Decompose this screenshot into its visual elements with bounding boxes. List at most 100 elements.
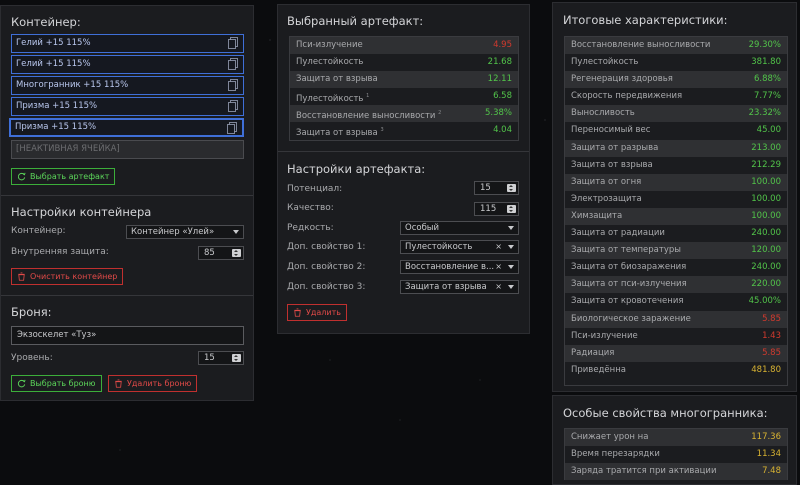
stat-value: 45.00: [756, 125, 781, 136]
copy-icon[interactable]: [228, 100, 238, 112]
stat-value: 5.85: [762, 347, 781, 358]
container-slot-3[interactable]: Многогранник +15 115%: [11, 76, 244, 95]
copy-icon[interactable]: [228, 79, 238, 91]
choose-armor-label: Выбрать броню: [30, 379, 96, 388]
container-slot-2[interactable]: Гелий +15 115%: [11, 55, 244, 74]
stat-note: 1: [366, 93, 370, 100]
extra3-value: Защита от взрыва: [405, 282, 487, 292]
rarity-select[interactable]: Особый: [400, 221, 519, 235]
clear-container-button[interactable]: Очистить контейнер: [11, 268, 124, 285]
extra1-select[interactable]: Пулестойкость ×: [400, 240, 519, 254]
choose-artifact-button[interactable]: Выбрать артефакт: [11, 168, 116, 185]
table-row: Пулестойкость 21.68: [290, 54, 518, 71]
table-row: Защита от взрыва 12.11: [290, 71, 518, 89]
table-row: Защита от огня 100.00: [565, 173, 787, 191]
stat-name: Защита от биозаражения: [571, 262, 687, 273]
stat-name: Защита от кровотечения: [571, 296, 684, 307]
armor-title: Броня:: [11, 305, 52, 319]
stat-value: 7.77%: [753, 91, 781, 102]
stat-name: Скорость передвижения: [571, 91, 683, 102]
artifact-settings-title: Настройки артефакта:: [287, 162, 426, 176]
table-row: Защита от температуры 120.00: [565, 242, 787, 260]
extra2-select[interactable]: Восстановление в... ×: [400, 260, 519, 274]
extra1-label: Доп. свойство 1:: [287, 242, 366, 252]
stat-value: 100.00: [751, 210, 781, 221]
artifact-panel: Выбранный артефакт: Пси-излучение 4.95 Пу…: [277, 4, 530, 334]
stat-name: Пулестойкость: [296, 94, 364, 105]
spinner-icon[interactable]: [232, 354, 241, 362]
copy-icon[interactable]: [228, 37, 238, 49]
delete-artifact-button[interactable]: Удалить: [287, 304, 347, 321]
stat-name: Защита от огня: [571, 176, 642, 187]
totals-table: Восстановление выносливости 29.30% Пулесто…: [564, 36, 788, 386]
spinner-icon[interactable]: [232, 249, 241, 257]
stat-value: 12.11: [487, 74, 512, 85]
clear-icon[interactable]: ×: [495, 261, 502, 273]
table-row: Защита от радиации 240.00: [565, 225, 787, 242]
chevron-down-icon: [508, 226, 514, 230]
spinner-icon[interactable]: [507, 184, 516, 192]
table-row: Защита от кровотечения 45.00%: [565, 293, 787, 310]
stat-value: 5.85: [762, 313, 781, 324]
container-slot-4[interactable]: Призма +15 115%: [11, 97, 244, 116]
stat-value: 45.00%: [748, 296, 781, 307]
table-row: Переносимый вес 45.00: [565, 122, 787, 139]
stat-value: 212.29: [751, 159, 781, 170]
stat-name: Пси-излучение: [571, 330, 638, 341]
stat-note: 2: [438, 110, 442, 117]
extra3-select[interactable]: Защита от взрыва ×: [400, 280, 519, 294]
container-type-select[interactable]: Контейнер «Улей»: [126, 225, 244, 239]
container-slot-5[interactable]: Призма +15 115%: [9, 118, 244, 137]
armor-level-input[interactable]: 15: [198, 351, 244, 365]
stat-value: 240.00: [751, 262, 781, 273]
stat-value: 240.00: [751, 228, 781, 239]
stat-value: 220.00: [751, 279, 781, 290]
table-row: Пси-излучение 1.43: [565, 328, 787, 345]
table-row: Защита от взрыва 3 4.04: [290, 122, 518, 139]
artifact-title: Выбранный артефакт:: [287, 14, 424, 28]
delete-armor-button[interactable]: Удалить броню: [108, 375, 198, 392]
choose-artifact-label: Выбрать артефакт: [30, 172, 110, 181]
armor-name-field[interactable]: Экзоскелет «Туз»: [11, 326, 244, 345]
table-row: Защита от взрыва 212.29: [565, 157, 787, 174]
stat-value: 4.04: [493, 125, 512, 136]
divider: [1, 195, 253, 196]
stat-value: 381.80: [751, 57, 781, 68]
stat-name: Радиация: [571, 347, 615, 358]
clear-icon[interactable]: ×: [495, 281, 502, 293]
spinner-icon[interactable]: [507, 205, 516, 213]
stat-value: 29.30%: [748, 40, 781, 50]
armor-name-value: Экзоскелет «Туз»: [17, 330, 97, 340]
copy-icon[interactable]: [228, 58, 238, 70]
stat-name: Защита от разрыва: [571, 142, 659, 153]
container-slot-1[interactable]: Гелий +15 115%: [11, 34, 244, 53]
inner-protection-input[interactable]: 85: [198, 246, 244, 260]
stat-name: Защита от взрыва: [296, 74, 378, 85]
stat-value: 7.48: [762, 466, 781, 477]
quality-input[interactable]: 115: [474, 202, 519, 216]
stat-name: Время перезарядки: [571, 449, 660, 460]
clear-container-label: Очистить контейнер: [30, 272, 118, 281]
divider: [278, 151, 529, 152]
rarity-value: Особый: [405, 223, 440, 233]
stat-value: 11.34: [756, 449, 781, 460]
chevron-down-icon: [508, 265, 514, 269]
stat-name: Пулестойкость: [296, 57, 364, 68]
stat-name: Электрозащита: [571, 193, 642, 204]
container-type-value: Контейнер «Улей»: [131, 227, 215, 237]
clear-icon[interactable]: ×: [495, 241, 502, 253]
chevron-down-icon: [233, 230, 239, 234]
copy-icon[interactable]: [227, 122, 237, 134]
potential-input[interactable]: 15: [474, 181, 519, 195]
stat-value: 481.80: [751, 364, 781, 375]
stat-name: Снижает урон на: [571, 432, 649, 442]
table-row: Химзащита 100.00: [565, 207, 787, 226]
table-row: Выносливость 23.32%: [565, 105, 787, 123]
special-title: Особые свойства многогранника:: [563, 406, 768, 420]
table-row: Защита от пси-излучения 220.00: [565, 276, 787, 294]
inner-protection-value: 85: [204, 248, 215, 258]
choose-armor-button[interactable]: Выбрать броню: [11, 375, 102, 392]
stat-name: Биологическое заражение: [571, 313, 691, 324]
delete-armor-label: Удалить броню: [127, 379, 192, 388]
stat-value: 21.68: [487, 57, 512, 68]
